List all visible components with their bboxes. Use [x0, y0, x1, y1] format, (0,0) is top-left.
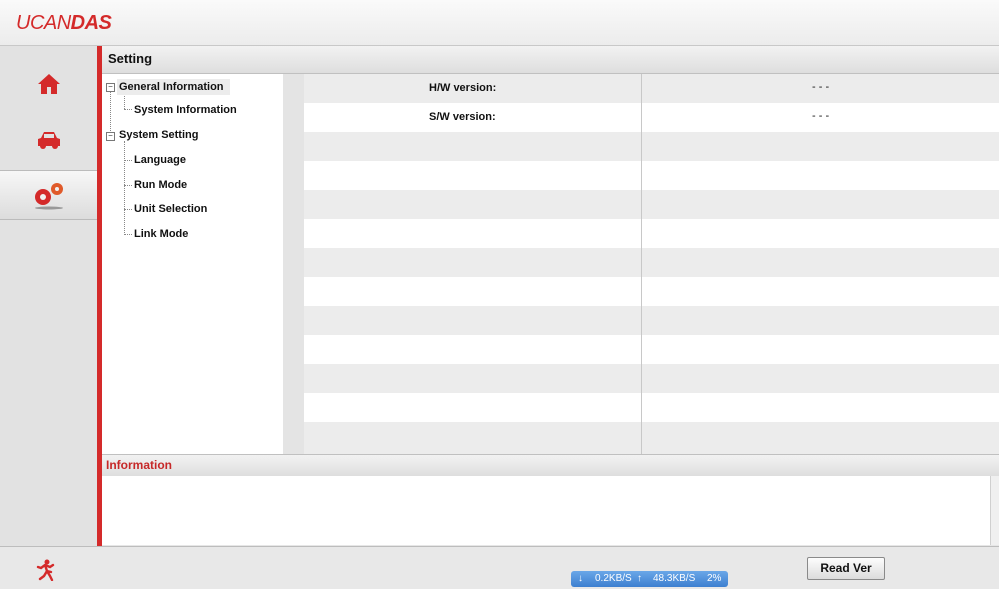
tree-line: [124, 160, 132, 161]
table-row: [304, 277, 999, 306]
app-logo: UCANDAS: [16, 12, 112, 34]
exit-button[interactable]: [34, 559, 56, 586]
read-ver-button[interactable]: Read Ver: [807, 557, 885, 580]
table-row: [304, 248, 999, 277]
tree-item-unit-selection[interactable]: Unit Selection: [134, 203, 207, 215]
collapse-icon[interactable]: −: [106, 132, 115, 141]
upload-arrow-icon: ↑: [637, 573, 642, 584]
tree-line: [124, 234, 132, 235]
tree-line: [124, 141, 125, 235]
left-nav: [0, 46, 97, 546]
usage-percent: 2%: [707, 573, 722, 584]
information-title: Information: [106, 458, 172, 472]
page-title: Setting: [108, 51, 153, 66]
home-icon: [37, 74, 60, 94]
network-speed-widget: ↓ 0.2KB/S ↑ 48.3KB/S 2%: [571, 571, 728, 587]
information-textarea[interactable]: [102, 476, 990, 545]
tree-item-language[interactable]: Language: [134, 154, 186, 166]
page-title-bar: Setting: [102, 46, 999, 74]
tree-item-system-setting[interactable]: System Setting: [119, 129, 198, 141]
nav-vehicle-button[interactable]: [0, 116, 97, 164]
download-speed: 0.2KB/S: [595, 573, 632, 584]
nav-home-button[interactable]: [0, 60, 97, 108]
tree-item-system-information[interactable]: System Information: [134, 104, 237, 116]
panel-divider: [283, 74, 304, 454]
footer-bar: ↓ 0.2KB/S ↑ 48.3KB/S 2% Read Ver: [0, 546, 999, 589]
info-grid: H/W version: - - - S/W version: - - -: [304, 74, 999, 454]
table-row: [304, 393, 999, 422]
tree-line: [124, 185, 132, 186]
tree-item-general-information[interactable]: General Information: [117, 79, 230, 95]
collapse-icon[interactable]: −: [106, 83, 115, 92]
table-row: [304, 306, 999, 335]
row-label: S/W version:: [429, 111, 496, 123]
table-row: [304, 219, 999, 248]
upload-speed: 48.3KB/S: [653, 573, 696, 584]
app-header: UCANDAS: [0, 0, 999, 46]
table-row: [304, 364, 999, 393]
table-row: [304, 132, 999, 161]
information-scrollbar[interactable]: [990, 476, 999, 545]
tree-line: [124, 209, 132, 210]
row-label: H/W version:: [429, 82, 497, 94]
download-arrow-icon: ↓: [578, 573, 583, 584]
exit-running-man-icon: [36, 559, 55, 582]
tree-item-run-mode[interactable]: Run Mode: [134, 179, 187, 191]
table-row: H/W version: - - -: [304, 74, 999, 103]
car-icon: [37, 132, 60, 149]
tree-line: [124, 109, 132, 110]
table-row: [304, 422, 999, 454]
tree-item-link-mode[interactable]: Link Mode: [134, 228, 188, 240]
column-divider: [641, 74, 642, 454]
table-row: [304, 190, 999, 219]
table-row: S/W version: - - -: [304, 103, 999, 132]
row-value: - - -: [812, 81, 830, 93]
nav-settings-button[interactable]: [0, 170, 97, 220]
information-header: Information: [102, 454, 999, 477]
table-row: [304, 161, 999, 190]
settings-tree: − General Information System Information…: [102, 74, 283, 454]
row-value: - - -: [812, 110, 830, 122]
table-row: [304, 335, 999, 364]
gears-icon: [34, 183, 63, 210]
